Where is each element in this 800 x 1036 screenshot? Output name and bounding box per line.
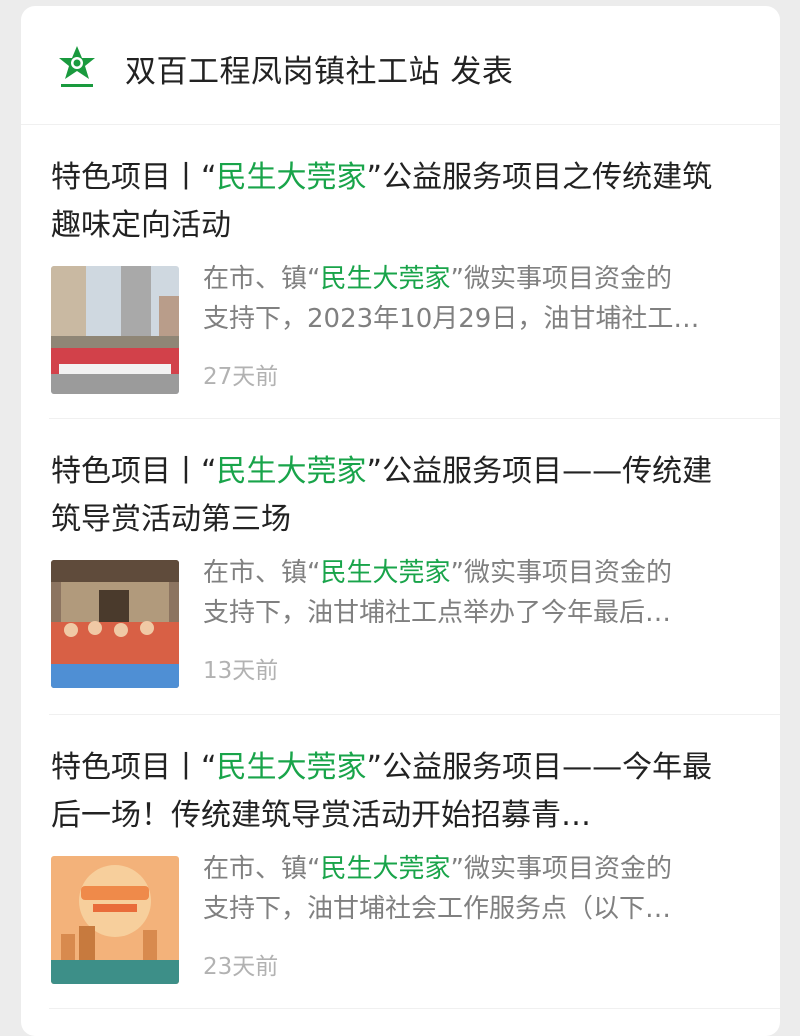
summary-suffix: ”微实事项目资金的 <box>450 558 672 588</box>
title-highlight: 民生大莞家 <box>216 750 367 785</box>
article-list-card: 双百工程凤岗镇社工站 发表 特色项目丨“民生大莞家”公益服务项目之传统建筑趣味定… <box>21 6 780 1036</box>
article-summary: 在市、镇“民生大莞家”微实事项目资金的 支持下，油甘埔社会工作服务点（以下… <box>203 849 763 929</box>
title-prefix: 特色项目丨“ <box>51 454 217 489</box>
summary-highlight: 民生大莞家 <box>320 854 451 884</box>
article-thumbnail[interactable] <box>51 856 179 984</box>
article-title[interactable]: 特色项目丨“民生大莞家”公益服务项目——传统建筑导赏活动第三场 <box>51 448 741 544</box>
publish-time: 27天前 <box>203 364 279 390</box>
article-summary: 在市、镇“民生大莞家”微实事项目资金的 支持下，2023年10月29日，油甘埔社… <box>203 259 763 339</box>
article-item[interactable]: 特色项目丨“民生大莞家”公益服务项目——今年最后一场！传统建筑导赏活动开始招募青… <box>49 714 780 1009</box>
article-title[interactable]: 特色项目丨“民生大莞家”公益服务项目——今年最后一场！传统建筑导赏活动开始招募青… <box>51 744 741 840</box>
publish-time: 13天前 <box>203 658 279 684</box>
article-summary: 在市、镇“民生大莞家”微实事项目资金的 支持下，油甘埔社工点举办了今年最后… <box>203 553 763 633</box>
summary-prefix: 在市、镇“ <box>203 264 321 294</box>
summary-highlight: 民生大莞家 <box>320 558 451 588</box>
article-thumbnail[interactable] <box>51 560 179 688</box>
summary-suffix: ”微实事项目资金的 <box>450 264 672 294</box>
summary-prefix: 在市、镇“ <box>203 558 321 588</box>
article-item[interactable]: 特色项目丨“民生大莞家”公益服务项目之传统建筑趣味定向活动 在市、镇“民生大莞家… <box>49 124 780 419</box>
summary-line-2: 支持下，油甘埔社工点举办了今年最后… <box>203 598 672 628</box>
summary-prefix: 在市、镇“ <box>203 854 321 884</box>
article-thumbnail[interactable] <box>51 266 179 394</box>
title-highlight: 民生大莞家 <box>216 160 367 195</box>
summary-line-2: 支持下，油甘埔社会工作服务点（以下… <box>203 894 672 924</box>
article-title[interactable]: 特色项目丨“民生大莞家”公益服务项目之传统建筑趣味定向活动 <box>51 154 741 250</box>
account-name[interactable]: 双百工程凤岗镇社工站 <box>125 54 440 90</box>
article-item[interactable]: 特色项目丨“民生大莞家”公益服务项目——传统建筑导赏活动第三场 在市、镇“民生大… <box>49 418 780 715</box>
publish-time: 23天前 <box>203 954 279 980</box>
summary-line-2: 支持下，2023年10月29日，油甘埔社工… <box>203 304 700 334</box>
green-star-logo-icon <box>55 44 99 92</box>
title-prefix: 特色项目丨“ <box>51 750 217 785</box>
title-highlight: 民生大莞家 <box>216 454 367 489</box>
account-title: 双百工程凤岗镇社工站 发表 <box>125 46 513 91</box>
title-prefix: 特色项目丨“ <box>51 160 217 195</box>
summary-suffix: ”微实事项目资金的 <box>450 854 672 884</box>
account-header[interactable]: 双百工程凤岗镇社工站 发表 <box>21 6 780 125</box>
publish-action-label: 发表 <box>450 54 514 90</box>
summary-highlight: 民生大莞家 <box>320 264 451 294</box>
